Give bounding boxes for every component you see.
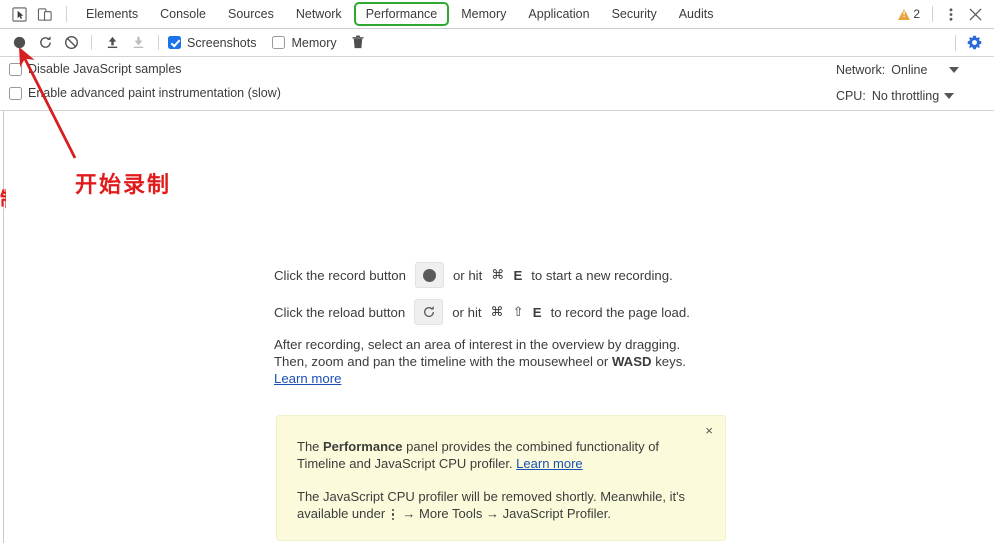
network-value: Online: [891, 63, 928, 77]
instructions-block: Click the record button or hit ⌘ E to st…: [274, 262, 704, 387]
capture-settings-right: Network: Online CPU: No throttling: [835, 62, 960, 104]
memory-checkbox[interactable]: Memory: [272, 35, 337, 50]
chevron-down-icon: [949, 67, 960, 73]
devtools-tabbar: Elements Console Sources Network Perform…: [0, 0, 994, 29]
inspect-element-icon[interactable]: [6, 3, 32, 25]
disable-js-samples-label: Disable JavaScript samples: [28, 62, 182, 76]
network-label: Network:: [835, 63, 886, 77]
tab-audits[interactable]: Audits: [668, 0, 725, 28]
record-instruction-row: Click the record button or hit ⌘ E to st…: [274, 262, 704, 288]
kebab-menu-icon[interactable]: [940, 3, 962, 25]
memory-checkbox-box[interactable]: [272, 36, 286, 49]
network-throttle-row: Network: Online: [835, 62, 960, 78]
toolbar-divider-2: [158, 35, 159, 50]
close-icon[interactable]: [964, 3, 986, 25]
performance-toolbar: Screenshots Memory: [0, 29, 994, 57]
cpu-value: No throttling: [871, 89, 940, 103]
record-shortcut-letter: E: [513, 267, 523, 283]
warning-count: 2: [913, 7, 920, 21]
tab-security[interactable]: Security: [601, 0, 668, 28]
cpu-select[interactable]: No throttling: [871, 89, 955, 103]
notice-p1-a: The: [297, 439, 324, 454]
chevron-down-icon: [944, 93, 955, 99]
trash-icon[interactable]: [345, 31, 371, 55]
screenshots-label: Screenshots: [187, 35, 257, 50]
record-instruction-suffix: to start a new recording.: [531, 267, 673, 283]
record-instruction-prefix: Click the record button: [274, 267, 406, 283]
overview-help-line2-b: keys.: [655, 354, 686, 369]
record-button-sample[interactable]: [414, 262, 444, 288]
download-arrow-icon[interactable]: [125, 31, 151, 55]
reload-icon[interactable]: [32, 31, 58, 55]
tab-console[interactable]: Console: [149, 0, 217, 28]
reload-button-sample[interactable]: [414, 299, 444, 325]
performance-panel-notice: × The Performance panel provides the com…: [276, 415, 726, 542]
overview-help-paragraph: After recording, select an area of inter…: [274, 336, 704, 387]
memory-label: Memory: [291, 35, 337, 50]
tab-network[interactable]: Network: [285, 0, 353, 28]
gear-icon[interactable]: [961, 31, 987, 55]
reload-shortcut-letter: E: [532, 304, 542, 320]
record-circle-icon: [422, 268, 436, 282]
paint-instrumentation-checkbox[interactable]: Enable advanced paint instrumentation (s…: [9, 86, 281, 100]
notice-p2-b: → More Tools → JavaScript Profiler.: [398, 506, 611, 521]
overview-help-line2-a: Then, zoom and pan the timeline with the…: [274, 354, 609, 369]
notice-learn-more-link[interactable]: Learn more: [516, 456, 582, 471]
disable-js-samples-box[interactable]: [9, 62, 22, 76]
tab-memory[interactable]: Memory: [450, 0, 517, 28]
performance-landing-page: Click the record button or hit ⌘ E to st…: [4, 111, 994, 543]
reload-instruction-prefix: Click the reload button: [274, 304, 406, 320]
toolbar-right-actions: [950, 31, 994, 55]
warning-badge[interactable]: 2: [893, 7, 925, 21]
screenshots-checkbox-box[interactable]: [168, 36, 181, 49]
warning-triangle-icon: [898, 8, 911, 20]
toolbar-divider-1: [91, 35, 92, 50]
notice-p1-bold: Performance: [323, 439, 403, 454]
toolbar-divider-3: [955, 34, 956, 51]
notice-paragraph-2: The JavaScript CPU profiler will be remo…: [297, 488, 705, 522]
reload-instruction-row: Click the reload button or hit ⌘ ⇧ E to …: [274, 299, 704, 325]
overview-help-line1: After recording, select an area of inter…: [274, 337, 681, 352]
notice-paragraph-1: The Performance panel provides the combi…: [297, 438, 705, 472]
clear-no-entry-icon[interactable]: [58, 31, 84, 55]
tab-elements[interactable]: Elements: [75, 0, 149, 28]
paint-instrumentation-label: Enable advanced paint instrumentation (s…: [28, 86, 281, 100]
panel-tabs: Elements Console Sources Network Perform…: [75, 0, 724, 28]
tab-performance[interactable]: Performance: [353, 2, 450, 26]
tabbar-actions-divider: [932, 6, 933, 22]
record-circle-icon[interactable]: [6, 31, 32, 55]
device-toolbar-icon[interactable]: [32, 3, 58, 25]
cpu-label: CPU:: [835, 89, 866, 103]
wasd-keys: WASD: [611, 354, 652, 369]
disable-js-samples-checkbox[interactable]: Disable JavaScript samples: [9, 62, 281, 76]
tab-sources[interactable]: Sources: [217, 0, 285, 28]
reload-instruction-suffix: to record the page load.: [550, 304, 690, 320]
devtools-window: Elements Console Sources Network Perform…: [0, 0, 994, 543]
notice-close-icon[interactable]: ×: [705, 424, 713, 437]
tabbar-actions: 2: [893, 3, 994, 25]
reload-shortcut-cmd: ⌘: [490, 304, 504, 319]
reload-instruction-mid: or hit: [452, 304, 482, 320]
reload-icon: [423, 306, 434, 318]
cpu-throttle-row: CPU: No throttling: [836, 88, 959, 104]
learn-more-link[interactable]: Learn more: [274, 371, 341, 386]
capture-settings-pane: Disable JavaScript samples Enable advanc…: [0, 57, 994, 111]
tab-application[interactable]: Application: [517, 0, 600, 28]
kebab-menu-icon: [391, 507, 396, 523]
overview-help-line2: Then, zoom and pan the timeline with the…: [274, 353, 704, 370]
network-select[interactable]: Online: [891, 63, 960, 77]
capture-settings-left: Disable JavaScript samples Enable advanc…: [0, 62, 281, 100]
reload-shortcut-shift: ⇧: [512, 304, 524, 319]
record-instruction-mid: or hit: [452, 267, 483, 283]
paint-instrumentation-box[interactable]: [9, 86, 22, 100]
record-shortcut-cmd: ⌘: [491, 267, 505, 282]
screenshots-checkbox[interactable]: Screenshots: [168, 36, 256, 50]
upload-arrow-icon[interactable]: [99, 31, 125, 55]
tabbar-divider: [66, 6, 67, 22]
